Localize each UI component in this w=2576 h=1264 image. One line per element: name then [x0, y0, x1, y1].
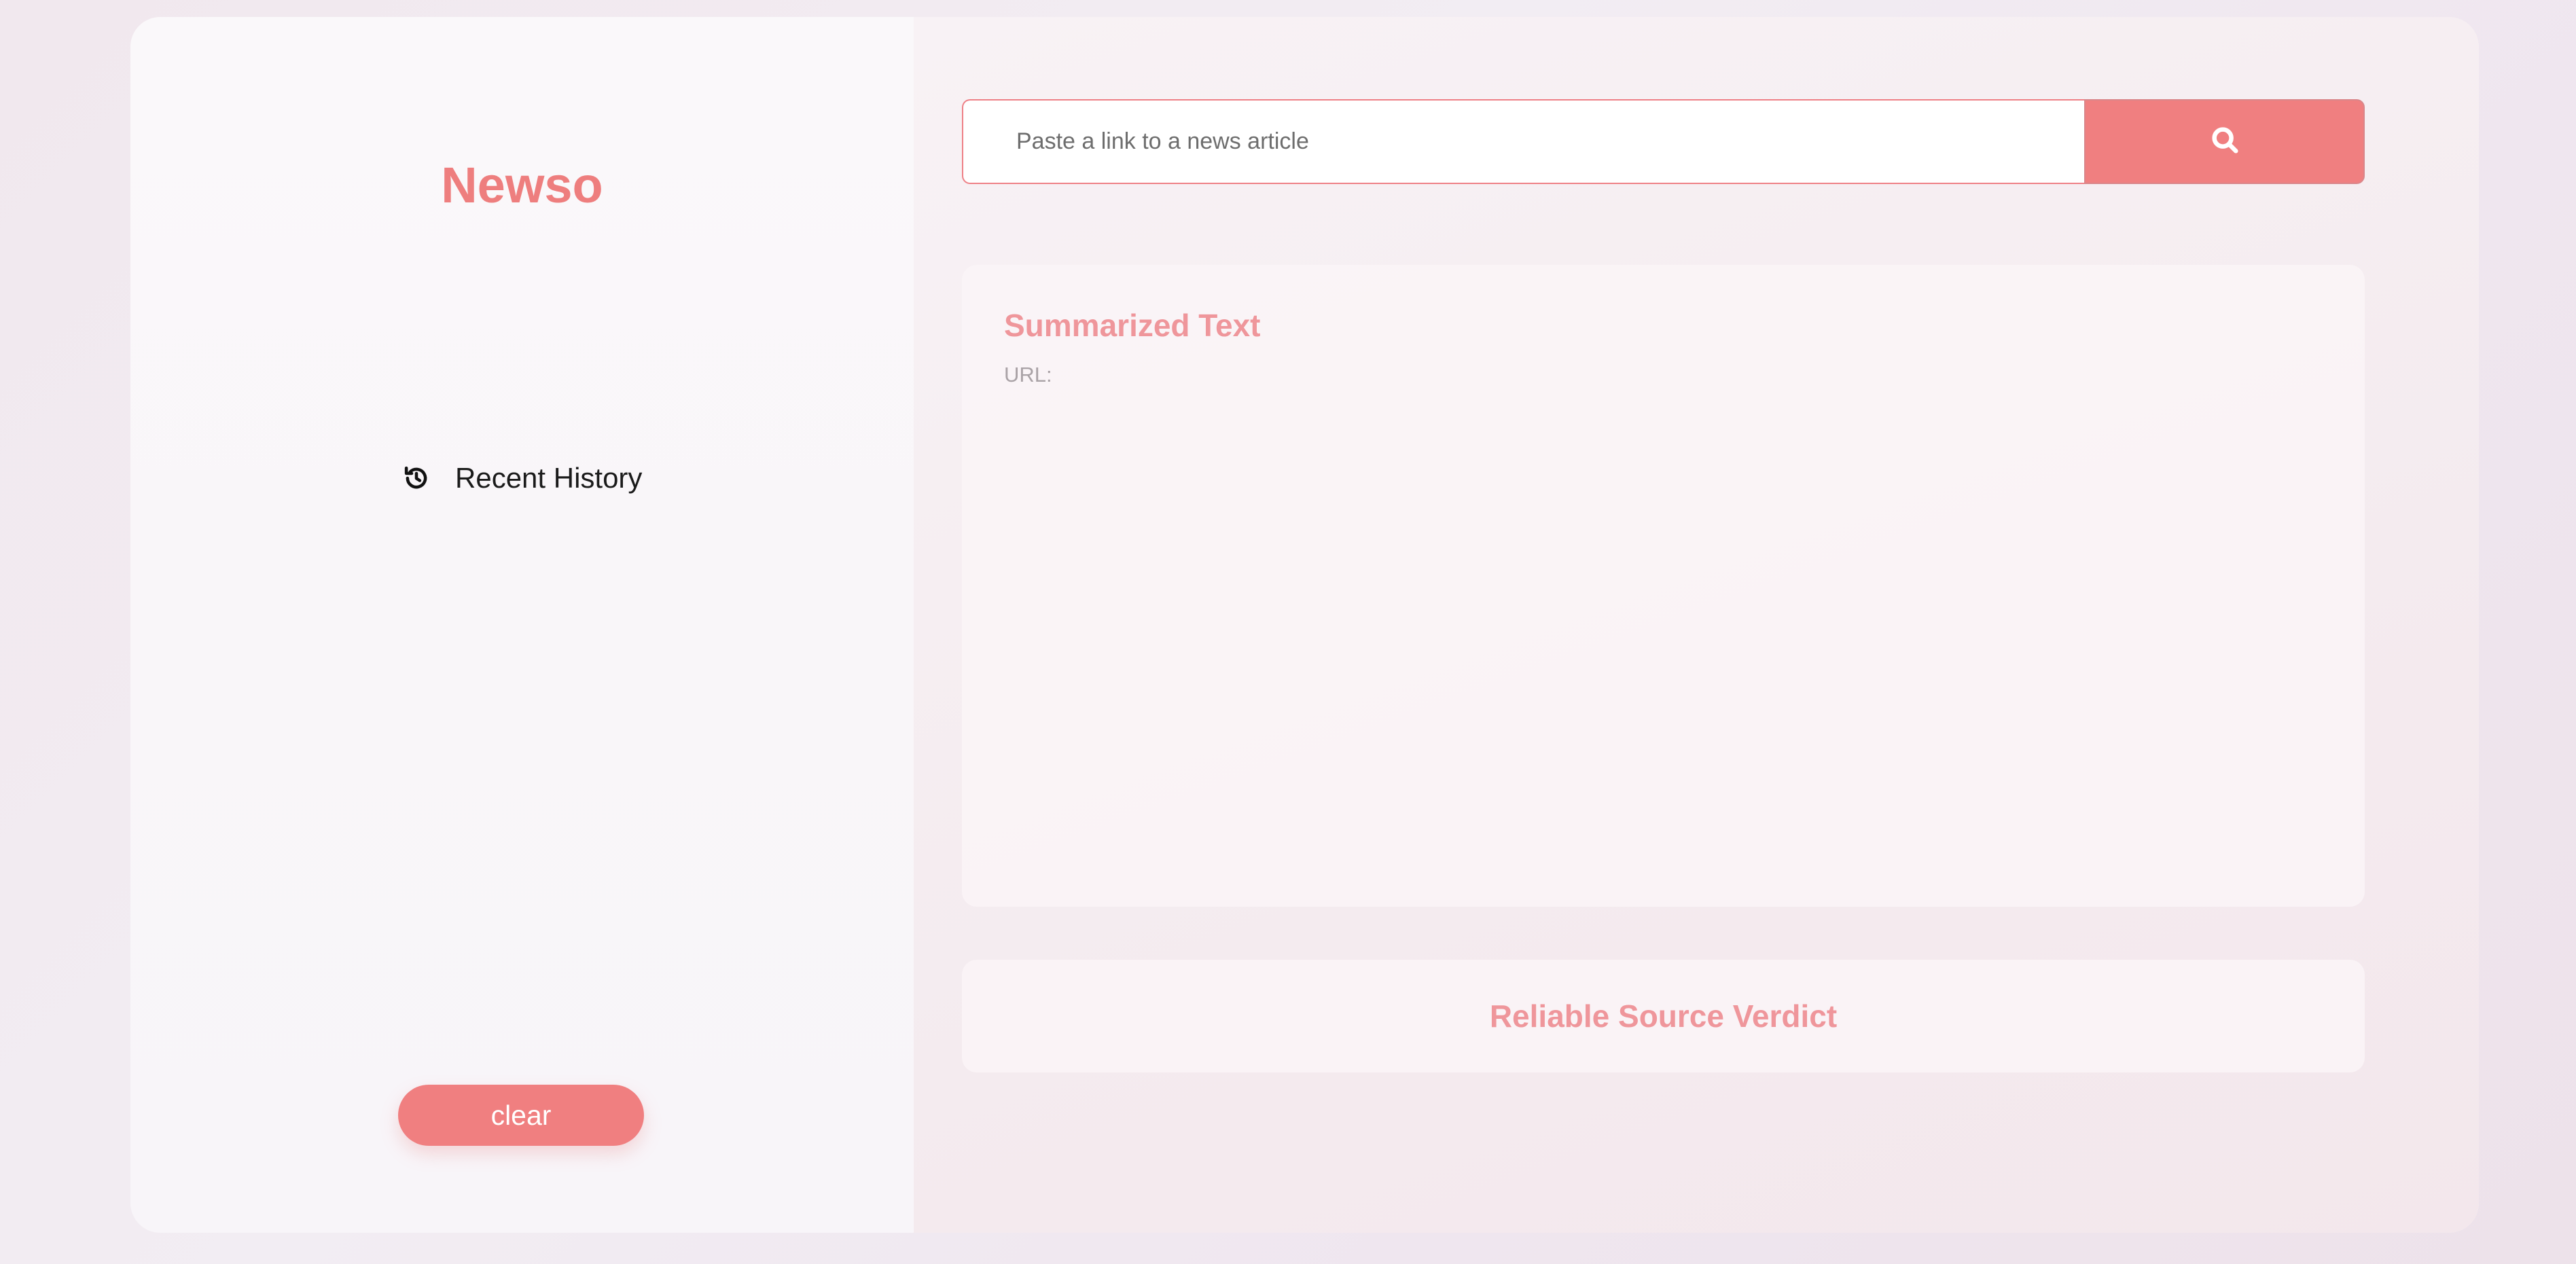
sidebar: Newso Recent History clear — [130, 17, 914, 1233]
article-url-input[interactable] — [962, 99, 2084, 184]
main-panel: Summarized Text URL: Reliable Source Ver… — [914, 17, 2479, 1233]
recent-history-link[interactable]: Recent History — [402, 462, 642, 494]
clear-button[interactable]: clear — [398, 1085, 644, 1146]
search-button[interactable] — [2084, 99, 2365, 184]
recent-history-label: Recent History — [455, 462, 643, 494]
history-icon — [402, 464, 431, 492]
summary-card: Summarized Text URL: — [962, 265, 2365, 907]
summary-title: Summarized Text — [1004, 308, 1261, 343]
search-icon — [2209, 124, 2240, 159]
app-window: Newso Recent History clear Paste a link … — [130, 17, 2479, 1233]
search-bar — [962, 99, 2365, 184]
verdict-card: Reliable Source Verdict — [962, 960, 2365, 1072]
verdict-title: Reliable Source Verdict — [1489, 998, 1838, 1034]
brand-logo: Newso — [441, 157, 603, 213]
url-label: URL: — [1004, 363, 1052, 386]
